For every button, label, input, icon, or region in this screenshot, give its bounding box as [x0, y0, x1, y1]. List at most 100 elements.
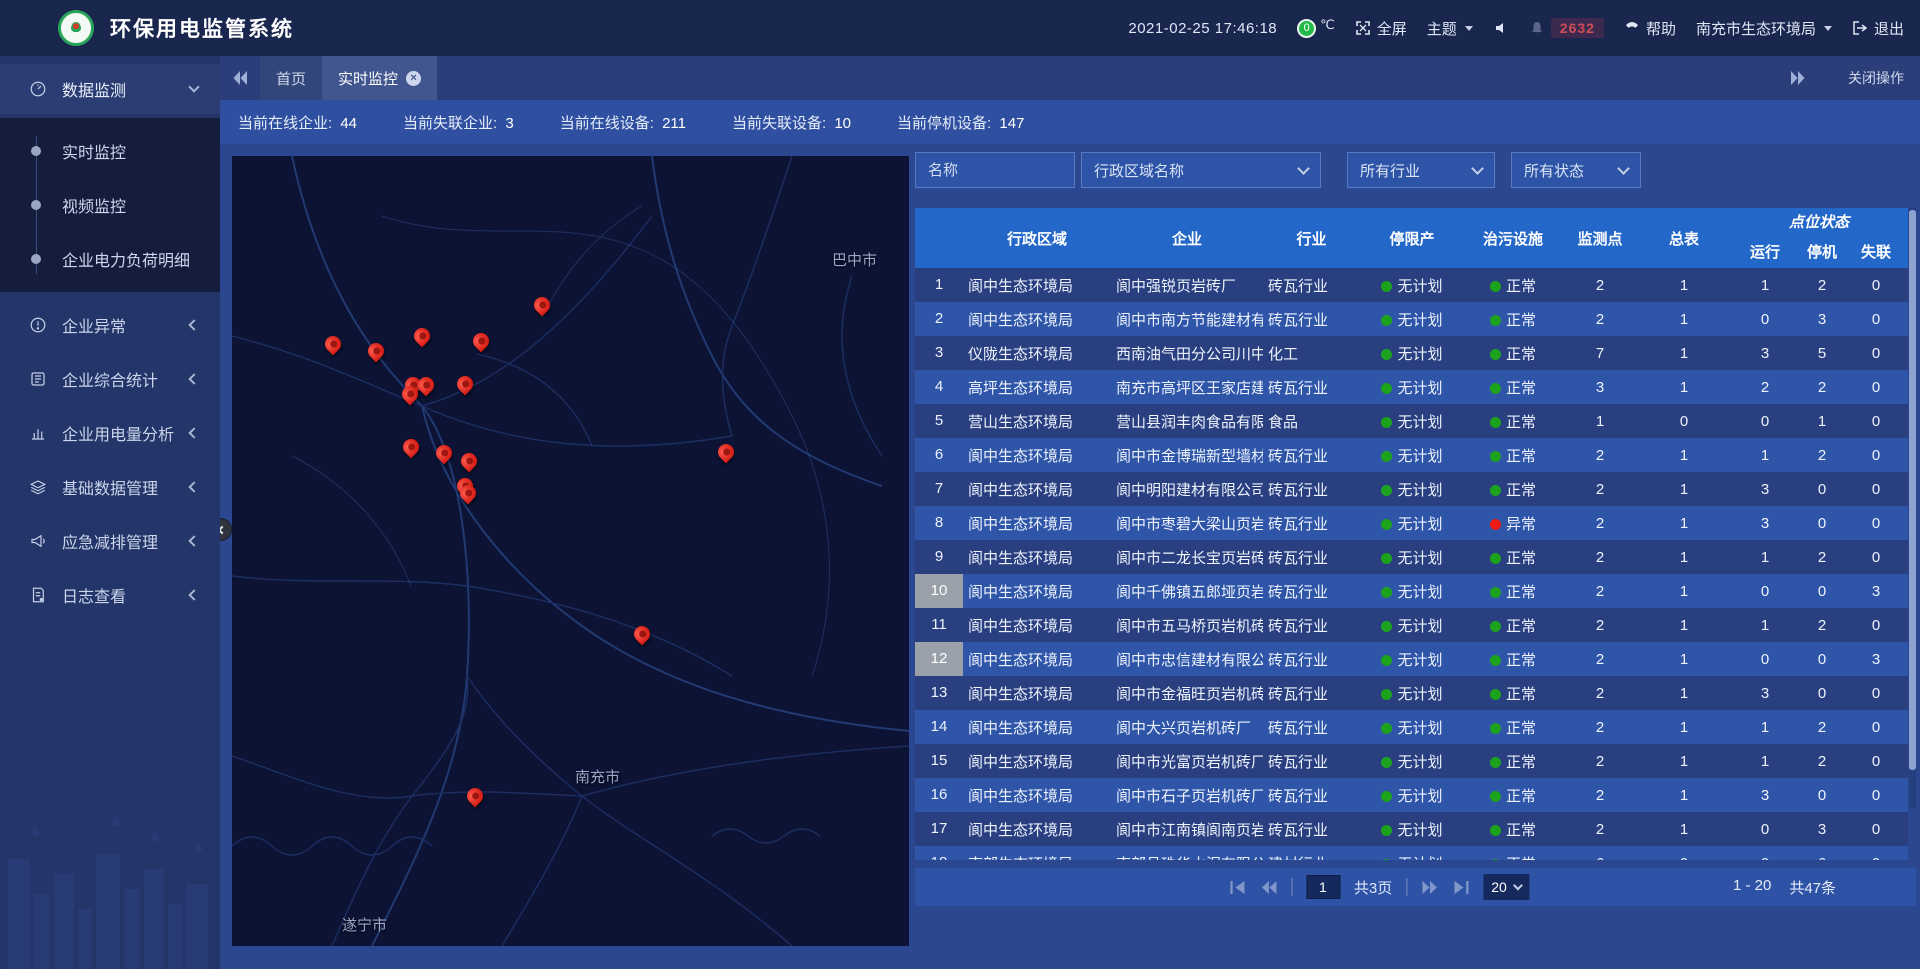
tabs-scroll-left-button[interactable]	[220, 56, 260, 100]
table-row[interactable]: 3仪陇生态环境局西南油气田分公司川中化工无计划正常71350	[915, 336, 1908, 370]
cell-facility-status: 正常	[1464, 785, 1562, 806]
table-row[interactable]: 7阆中生态环境局阆中明阳建材有限公司砖瓦行业无计划正常21300	[915, 472, 1908, 506]
table-row[interactable]: 13阆中生态环境局阆中市金福旺页岩机砖砖瓦行业无计划正常21300	[915, 676, 1908, 710]
tabs-scroll-right-button[interactable]	[1778, 71, 1818, 85]
tab-home[interactable]: 首页	[260, 56, 322, 100]
table-row[interactable]: 12阆中生态环境局阆中市忠信建材有限公砖瓦行业无计划正常21003	[915, 642, 1908, 676]
fullscreen-icon	[1355, 20, 1371, 36]
cell-stopped: 2	[1800, 379, 1844, 396]
sidebar-item-data-monitor[interactable]: 数据监测	[0, 64, 220, 114]
row-index: 7	[915, 472, 963, 506]
fullscreen-button[interactable]: 全屏	[1355, 18, 1407, 39]
scrollbar-thumb[interactable]	[1909, 210, 1916, 770]
cell-run: 0	[1730, 311, 1800, 328]
cell-meters: 1	[1638, 549, 1730, 566]
status-filter-select[interactable]: 所有状态	[1511, 152, 1641, 188]
cell-points: 2	[1562, 311, 1638, 328]
region-filter-select[interactable]: 行政区域名称	[1081, 152, 1321, 188]
last-page-button[interactable]	[1452, 880, 1469, 895]
cell-stop-limit-status: 无计划	[1360, 785, 1464, 806]
table-row[interactable]: 4高坪生态环境局南充市高坪区王家店建砖瓦行业无计划正常31220	[915, 370, 1908, 404]
cell-meters: 0	[1638, 413, 1730, 430]
cell-lost: 3	[1844, 651, 1908, 668]
industry-filter-select[interactable]: 所有行业	[1347, 152, 1495, 188]
temperature-widget: 0 ℃	[1297, 19, 1335, 38]
tab-realtime-monitor[interactable]: 实时监控 ×	[322, 56, 437, 100]
table-row[interactable]: 2阆中生态环境局阆中市南方节能建材有砖瓦行业无计划正常21030	[915, 302, 1908, 336]
cell-stopped: 3	[1800, 311, 1844, 328]
org-dropdown[interactable]: 南充市生态环境局	[1696, 18, 1832, 39]
help-button[interactable]: 帮助	[1624, 18, 1676, 39]
page-size-select[interactable]: 20	[1483, 874, 1530, 900]
cell-stopped: 0	[1800, 685, 1844, 702]
tab-bar: 首页 实时监控 × 关闭操作	[220, 56, 1920, 100]
cell-company: 阆中明阳建材有限公司	[1111, 479, 1263, 500]
cell-company: 阆中市石子页岩机砖厂	[1111, 785, 1263, 806]
map-city-label: 南充市	[575, 766, 620, 787]
row-index: 18	[915, 846, 963, 860]
cell-run: 3	[1730, 481, 1800, 498]
table-row[interactable]: 15阆中生态环境局阆中市光富页岩机砖厂砖瓦行业无计划正常21120	[915, 744, 1908, 778]
table-row[interactable]: 10阆中生态环境局阆中千佛镇五郎垭页岩砖瓦行业无计划正常21003	[915, 574, 1908, 608]
sidebar-item-power-load-detail[interactable]: 企业电力负荷明细	[0, 232, 220, 286]
first-page-button[interactable]	[1229, 880, 1246, 895]
logout-button[interactable]: 退出	[1852, 18, 1904, 39]
close-operations-button[interactable]: 关闭操作	[1848, 68, 1904, 88]
sidebar-item-power-analysis[interactable]: 企业用电量分析	[0, 408, 220, 458]
name-search-input[interactable]	[928, 162, 1062, 179]
table-row[interactable]: 17阆中生态环境局阆中市江南镇阆南页岩砖瓦行业无计划正常21030	[915, 812, 1908, 846]
sidebar-item-base-data[interactable]: 基础数据管理	[0, 462, 220, 512]
cell-lost: 0	[1844, 617, 1908, 634]
mute-button[interactable]	[1493, 20, 1509, 36]
cell-facility-status: 正常	[1464, 445, 1562, 466]
cell-meters: 1	[1638, 821, 1730, 838]
close-icon[interactable]: ×	[406, 71, 421, 86]
cell-lost: 0	[1844, 787, 1908, 804]
next-page-button[interactable]	[1421, 880, 1438, 895]
map-panel[interactable]: 巴中市南充市遂宁市	[232, 156, 909, 946]
cell-meters: 1	[1638, 685, 1730, 702]
cell-points: 2	[1562, 651, 1638, 668]
table-row[interactable]: 1阆中生态环境局阆中强锐页岩砖厂砖瓦行业无计划正常21120	[915, 268, 1908, 302]
cell-industry: 砖瓦行业	[1263, 377, 1360, 398]
table-row[interactable]: 18南部生态环境局南部县珠华水泥有限公建材行业无计划正常60060	[915, 846, 1908, 860]
sidebar-item-realtime-monitor[interactable]: 实时监控	[0, 124, 220, 178]
cell-stopped: 0	[1800, 481, 1844, 498]
enterprise-table: 行政区域 企业 行业 停限产 治污设施 监测点 总表 点位状态 运行 停机 失联…	[915, 208, 1916, 860]
phone-icon	[1624, 20, 1640, 36]
cell-facility-status: 正常	[1464, 853, 1562, 861]
cell-run: 1	[1730, 753, 1800, 770]
sidebar-item-enterprise-abnormal[interactable]: 企业异常	[0, 300, 220, 350]
theme-dropdown[interactable]: 主题	[1427, 18, 1473, 39]
cell-region: 阆中生态环境局	[963, 751, 1111, 772]
filter-bar: 行政区域名称 所有行业 所有状态	[915, 152, 1641, 188]
cell-facility-status: 正常	[1464, 649, 1562, 670]
table-row[interactable]: 6阆中生态环境局阆中市金博瑞新型墙材砖瓦行业无计划正常21120	[915, 438, 1908, 472]
table-row[interactable]: 14阆中生态环境局阆中大兴页岩机砖厂砖瓦行业无计划正常21120	[915, 710, 1908, 744]
cell-stopped: 2	[1800, 617, 1844, 634]
page-number-input[interactable]	[1306, 875, 1340, 899]
stat-item: 当前在线企业: 44	[238, 112, 357, 133]
sidebar-item-emergency-reduction[interactable]: 应急减排管理	[0, 516, 220, 566]
table-row[interactable]: 11阆中生态环境局阆中市五马桥页岩机砖砖瓦行业无计划正常21120	[915, 608, 1908, 642]
cell-points: 2	[1562, 753, 1638, 770]
alarm-count[interactable]: 2632	[1529, 18, 1604, 38]
table-row[interactable]: 5营山生态环境局营山县润丰肉食品有限食品无计划正常10010	[915, 404, 1908, 438]
cell-company: 阆中市金博瑞新型墙材	[1111, 445, 1263, 466]
col-region: 行政区域	[963, 228, 1111, 249]
table-row[interactable]: 9阆中生态环境局阆中市二龙长宝页岩砖砖瓦行业无计划正常21120	[915, 540, 1908, 574]
cell-facility-status: 正常	[1464, 547, 1562, 568]
row-index: 2	[915, 302, 963, 336]
table-scrollbar[interactable]	[1909, 208, 1916, 808]
prev-page-button[interactable]	[1260, 880, 1277, 895]
row-index: 12	[915, 642, 963, 676]
sidebar-item-video-monitor[interactable]: 视频监控	[0, 178, 220, 232]
cell-industry: 砖瓦行业	[1263, 615, 1360, 636]
table-row[interactable]: 8阆中生态环境局阆中市枣碧大梁山页岩砖瓦行业无计划异常21300	[915, 506, 1908, 540]
map-roads	[232, 156, 909, 946]
city-skyline-decoration	[0, 799, 220, 969]
chevron-down-icon	[1513, 881, 1523, 891]
table-row[interactable]: 16阆中生态环境局阆中市石子页岩机砖厂砖瓦行业无计划正常21300	[915, 778, 1908, 812]
sidebar-item-log-view[interactable]: 日志查看	[0, 570, 220, 620]
sidebar-item-enterprise-statistics[interactable]: 企业综合统计	[0, 354, 220, 404]
